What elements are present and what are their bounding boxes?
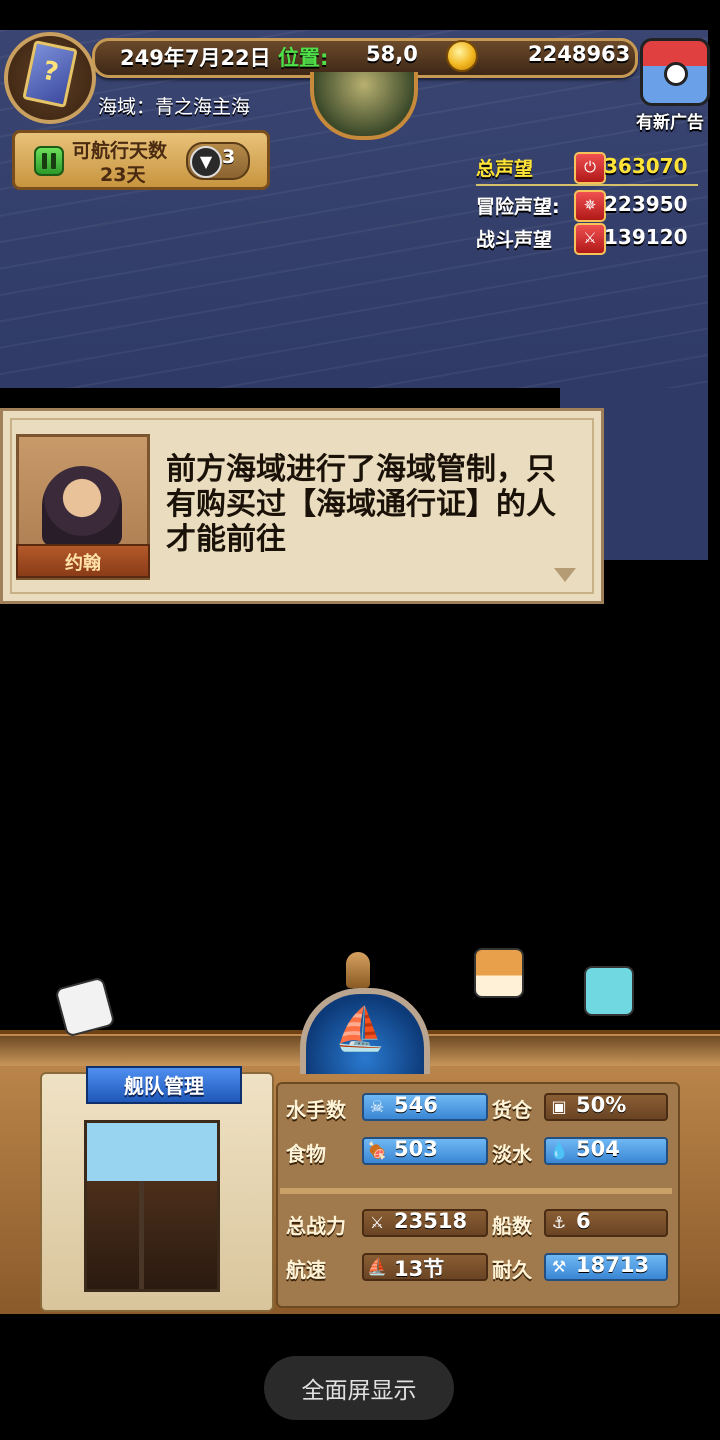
descend-count: 3 (222, 146, 236, 168)
stat-label: 食物 (286, 1142, 326, 1166)
stat-value: 503 (394, 1137, 438, 1161)
position-label: 位置: (278, 46, 329, 70)
stat-value: 50% (576, 1093, 627, 1117)
stat-label: 船数 (492, 1214, 532, 1238)
gold-coin-icon (446, 40, 478, 72)
stat-label: 航速 (286, 1258, 326, 1282)
panel-finial (346, 952, 370, 988)
battle-reputation-label: 战斗声望 (476, 229, 553, 251)
water-icon: 💧 (549, 1141, 569, 1160)
cargo-icon: ▣ (551, 1097, 567, 1116)
ad-reward-button[interactable]: 有新广告 (630, 32, 720, 133)
stats-divider (280, 1188, 672, 1194)
stat-value: 546 (394, 1093, 438, 1117)
next-arrow-icon[interactable] (554, 568, 576, 582)
dog-pet-icon[interactable] (474, 948, 524, 998)
ship-icon: ⛵ (334, 1004, 387, 1053)
adventure-reputation-value: 223950 (604, 192, 688, 216)
stat-value: 6 (576, 1209, 591, 1233)
gold-amount: 2248963 (528, 42, 631, 66)
fleet-title: 舰队管理 (124, 1074, 204, 1098)
reputation-divider (476, 184, 698, 186)
sailor-icon: ☠ (369, 1097, 385, 1116)
meat-icon: 🍖 (367, 1141, 387, 1160)
stat-label: 总战力 (286, 1214, 346, 1238)
cat-pet-icon[interactable] (584, 966, 634, 1016)
dialog-message: 前方海域进行了海域管制，只有购买过【海域通行证】的人才能前往 (166, 452, 556, 557)
down-arrow-icon: ▼ (190, 146, 222, 178)
speaker-avatar (42, 466, 122, 546)
stat-value: 13节 (394, 1257, 445, 1281)
sword-icon: ⚔ (369, 1213, 385, 1232)
speaker-name: 约翰 (65, 553, 101, 574)
durability-icon: ⚒ (551, 1257, 567, 1276)
sea-zone-label: 海域：青之海主海 (98, 96, 251, 118)
fullscreen-button[interactable]: 全面屏显示 (264, 1356, 454, 1420)
stat-label: 水手数 (286, 1098, 346, 1122)
chest-lock-icon (664, 62, 688, 86)
pause-icon[interactable] (34, 146, 64, 176)
stat-value: 504 (576, 1137, 620, 1161)
adventure-reputation-icon: ✵ (574, 190, 606, 222)
sail-days-label: 可航行天数 (72, 140, 168, 162)
ship-count-icon: ⚓ (551, 1213, 567, 1232)
speed-icon: ⛵ (367, 1257, 387, 1276)
ad-label: 有新广告 (636, 113, 704, 133)
stat-value: 23518 (394, 1209, 468, 1233)
battle-reputation-icon: ⚔ (574, 223, 606, 255)
position-value: 58,0 (366, 42, 418, 66)
total-reputation-icon: ⏻ (574, 152, 606, 184)
adventure-reputation-label: 冒险声望: (476, 196, 560, 218)
white-pet-icon[interactable] (54, 976, 116, 1038)
stat-value: 18713 (576, 1253, 650, 1277)
sail-days-value: 23天 (100, 164, 146, 186)
flagship-image[interactable] (84, 1120, 220, 1292)
total-reputation-label: 总声望 (476, 158, 534, 180)
stat-label: 耐久 (492, 1258, 532, 1282)
battle-reputation-value: 139120 (604, 225, 688, 249)
total-reputation-value: 363070 (604, 154, 688, 178)
game-date: 249年7月22日 (120, 46, 271, 70)
stat-label: 货仓 (492, 1098, 532, 1122)
stat-label: 淡水 (492, 1142, 532, 1166)
